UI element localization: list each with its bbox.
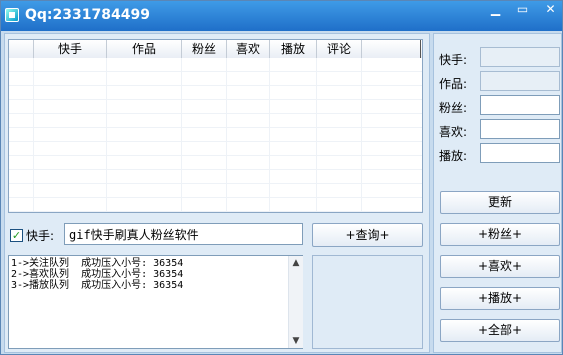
- column-likes[interactable]: 喜欢: [227, 40, 270, 58]
- log-line: 1->关注队列 成功压入小号: 36354: [11, 258, 184, 269]
- fans-button[interactable]: +粉丝+: [440, 223, 560, 246]
- minimize-button[interactable]: ▁: [484, 1, 507, 19]
- kuaishou-checkbox-label: 快手:: [26, 229, 55, 243]
- likes-label: 喜欢:: [439, 125, 468, 139]
- main-window: Qq:2331784499 ▁ ▭ ✕ 快手 作品 粉丝 喜欢 播放 评论 ✓ …: [0, 0, 563, 355]
- column-works[interactable]: 作品: [107, 40, 182, 58]
- update-button[interactable]: 更新: [440, 191, 560, 214]
- column-filler: [362, 40, 421, 58]
- column-blank: [9, 40, 34, 58]
- app-icon: [5, 8, 19, 22]
- column-comments[interactable]: 评论: [317, 40, 362, 58]
- plays-field[interactable]: [480, 143, 560, 163]
- column-plays[interactable]: 播放: [270, 40, 317, 58]
- column-fans[interactable]: 粉丝: [182, 40, 227, 58]
- fans-field[interactable]: [480, 95, 560, 115]
- close-button[interactable]: ✕: [539, 1, 562, 19]
- log-textarea[interactable]: 1->关注队列 成功压入小号: 36354 2->喜欢队列 成功压入小号: 36…: [8, 255, 303, 349]
- all-button[interactable]: +全部+: [440, 319, 560, 342]
- log-line: 2->喜欢队列 成功压入小号: 36354: [11, 269, 184, 280]
- listview-header: 快手 作品 粉丝 喜欢 播放 评论: [9, 40, 422, 59]
- fans-label: 粉丝:: [439, 101, 468, 115]
- query-button[interactable]: +查询+: [312, 223, 423, 247]
- blank-panel: [312, 255, 423, 349]
- log-line: 3->播放队列 成功压入小号: 36354: [11, 280, 184, 291]
- maximize-button[interactable]: ▭: [511, 1, 534, 19]
- works-field: [480, 71, 560, 91]
- kuaishou-label: 快手:: [439, 53, 468, 67]
- play-button[interactable]: +播放+: [440, 287, 560, 310]
- kuaishou-checkbox[interactable]: ✓: [10, 229, 23, 242]
- log-scrollbar[interactable]: ▲ ▼: [288, 256, 303, 348]
- title-bar: Qq:2331784499 ▁ ▭ ✕: [1, 1, 562, 31]
- scroll-up-arrow-icon[interactable]: ▲: [289, 256, 303, 270]
- window-title: Qq:2331784499: [25, 7, 150, 23]
- search-input[interactable]: gif快手刷真人粉丝软件: [64, 223, 303, 245]
- results-listview[interactable]: 快手 作品 粉丝 喜欢 播放 评论: [8, 39, 423, 213]
- works-label: 作品:: [439, 77, 468, 91]
- likes-field[interactable]: [480, 119, 560, 139]
- like-button[interactable]: +喜欢+: [440, 255, 560, 278]
- scroll-down-arrow-icon[interactable]: ▼: [289, 334, 303, 348]
- plays-label: 播放:: [439, 149, 468, 163]
- kuaishou-field: [480, 47, 560, 67]
- column-kuaishou[interactable]: 快手: [34, 40, 107, 58]
